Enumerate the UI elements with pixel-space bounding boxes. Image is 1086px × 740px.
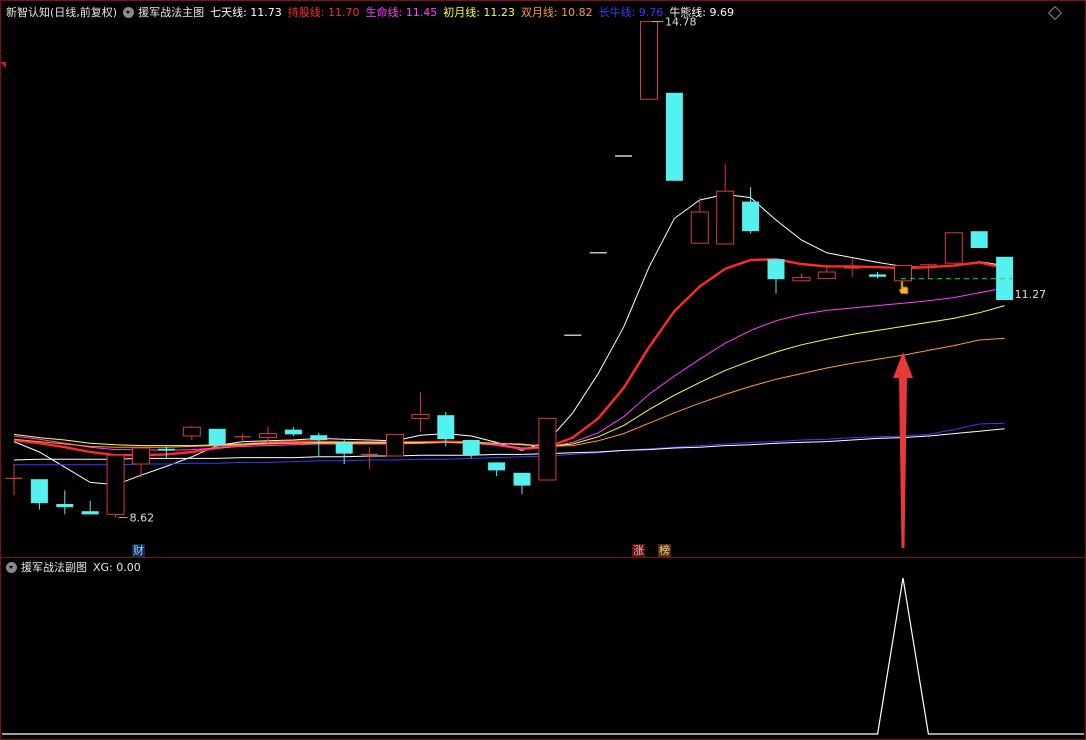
chevron-circle-icon[interactable] (6, 562, 17, 573)
candle-body (284, 429, 302, 435)
candle (817, 267, 836, 279)
candle-body (335, 442, 353, 454)
last-price-label: 11.27 (1015, 288, 1047, 301)
candle (56, 490, 74, 515)
candle-body (640, 21, 658, 100)
candle-body (690, 211, 709, 244)
sub-indicator-name[interactable]: 援军战法副图 (21, 561, 87, 574)
candle-body (157, 448, 175, 451)
candle (665, 92, 683, 181)
low-price-label: 8.62 (130, 512, 155, 525)
candle-body (411, 413, 430, 419)
up-arrow-shape (893, 352, 913, 548)
ma-line-2 (13, 287, 1005, 451)
candle-body (742, 201, 760, 232)
candle (106, 454, 125, 518)
high-price-label: 14.78 (665, 16, 697, 29)
candle (843, 258, 861, 277)
candle (182, 425, 201, 440)
xg-value: XG: 0.00 (93, 561, 141, 574)
ma-line-3 (13, 305, 1005, 447)
candle (81, 500, 99, 515)
candle-body (970, 231, 988, 248)
candle-body (310, 435, 328, 440)
candle (640, 21, 658, 100)
candle-body (437, 415, 455, 440)
candle-body (182, 426, 201, 437)
hand-pointer-shape (898, 280, 909, 295)
candle (30, 479, 48, 510)
candle-body (869, 274, 887, 277)
candle-body (208, 428, 226, 445)
ma-line-0 (13, 193, 1005, 486)
candle (944, 232, 963, 264)
candle (716, 164, 735, 245)
candle (386, 433, 404, 457)
hand-pointer-icon (898, 280, 909, 295)
candlestick-chart[interactable]: 14.78 8.62 11.27 (0, 0, 1086, 557)
candle-body (462, 440, 480, 456)
candle (208, 428, 226, 448)
sub-chart-header: 援军战法副图 XG: 0.00 (6, 561, 147, 575)
candle-body (944, 232, 963, 264)
candle (5, 464, 23, 496)
candle-body (386, 433, 404, 457)
candle-body (716, 190, 735, 245)
candle-body (817, 271, 836, 279)
candle-body (259, 433, 277, 439)
candle (742, 187, 760, 234)
candle-body (56, 504, 74, 508)
candle-body (132, 447, 150, 465)
candle (361, 447, 379, 469)
candle (157, 446, 175, 458)
candle (869, 272, 887, 279)
candle (513, 472, 531, 495)
candle (411, 392, 430, 432)
candle (284, 427, 302, 436)
candle-body (665, 92, 683, 181)
ma-line-4 (13, 337, 1005, 448)
candle-body (767, 259, 785, 280)
candle-body (538, 417, 557, 481)
candle-body (488, 462, 506, 471)
candle-body (513, 472, 531, 486)
candle-body (106, 454, 125, 515)
candle-body (81, 511, 99, 515)
candle (767, 259, 785, 294)
candle (488, 462, 506, 476)
panel-divider (0, 557, 1086, 558)
candle-body (30, 479, 48, 504)
candle (970, 231, 988, 248)
ma-line-1 (13, 257, 1005, 457)
candle (538, 417, 557, 481)
candle-body (792, 277, 811, 282)
up-arrow-icon (893, 352, 913, 548)
candle (792, 273, 811, 282)
